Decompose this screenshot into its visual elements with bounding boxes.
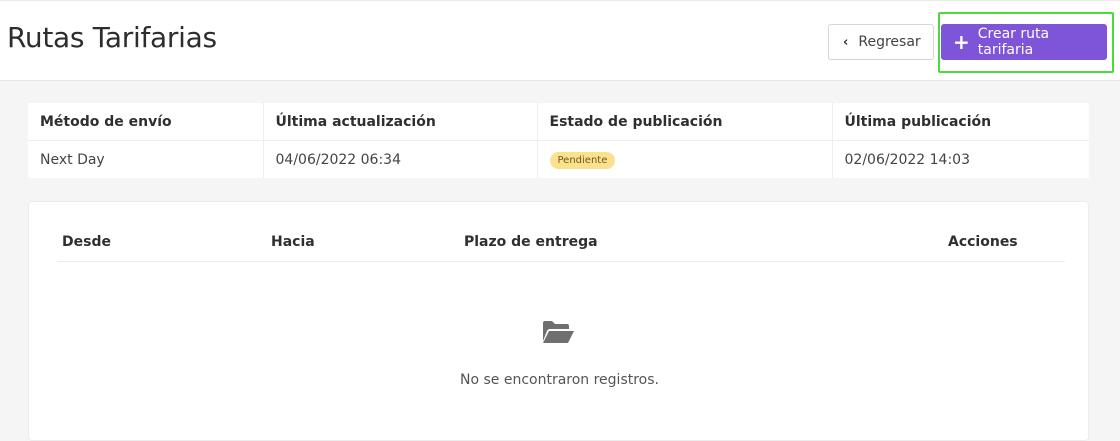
column-header-from: Desde bbox=[62, 234, 111, 250]
column-header-delivery-time: Plazo de entrega bbox=[464, 234, 598, 250]
routes-card: Desde Hacia Plazo de entrega Acciones No… bbox=[28, 201, 1089, 441]
column-header-to: Hacia bbox=[271, 234, 315, 250]
back-button[interactable]: ‹ Regresar bbox=[828, 24, 934, 60]
back-button-label: Regresar bbox=[858, 34, 921, 50]
last-update: 04/06/2022 06:34 bbox=[263, 140, 538, 178]
empty-message: No se encontraron registros. bbox=[459, 372, 659, 388]
page-title: Rutas Tarifarias bbox=[7, 21, 217, 54]
column-header-updated: Última actualización bbox=[263, 103, 538, 141]
status-badge: Pendiente bbox=[549, 151, 616, 169]
folder-open-icon bbox=[543, 321, 574, 343]
status-cell: Pendiente bbox=[537, 140, 833, 178]
plus-icon: + bbox=[953, 30, 970, 54]
column-header-actions: Acciones bbox=[948, 234, 1018, 250]
shipping-info-table: Método de envío Última actualización Est… bbox=[28, 103, 1089, 178]
info-table-header-row: Método de envío Última actualización Est… bbox=[28, 103, 1089, 141]
chevron-left-icon: ‹ bbox=[843, 34, 849, 50]
column-header-method: Método de envío bbox=[28, 103, 264, 141]
column-header-status: Estado de publicación bbox=[537, 103, 833, 141]
shipping-method: Next Day bbox=[28, 140, 264, 178]
last-publication: 02/06/2022 14:03 bbox=[844, 151, 971, 168]
create-route-button[interactable]: + Crear ruta tarifaria bbox=[941, 24, 1107, 60]
routes-table-header: Desde Hacia Plazo de entrega Acciones bbox=[57, 232, 1065, 262]
info-table-row: Next Day 04/06/2022 06:34 Pendiente 02/0… bbox=[28, 140, 1089, 178]
column-header-published: Última publicación bbox=[832, 103, 1089, 141]
page-header: Rutas Tarifarias ‹ Regresar + Crear ruta… bbox=[0, 0, 1120, 81]
create-route-button-label: Crear ruta tarifaria bbox=[977, 26, 1050, 58]
